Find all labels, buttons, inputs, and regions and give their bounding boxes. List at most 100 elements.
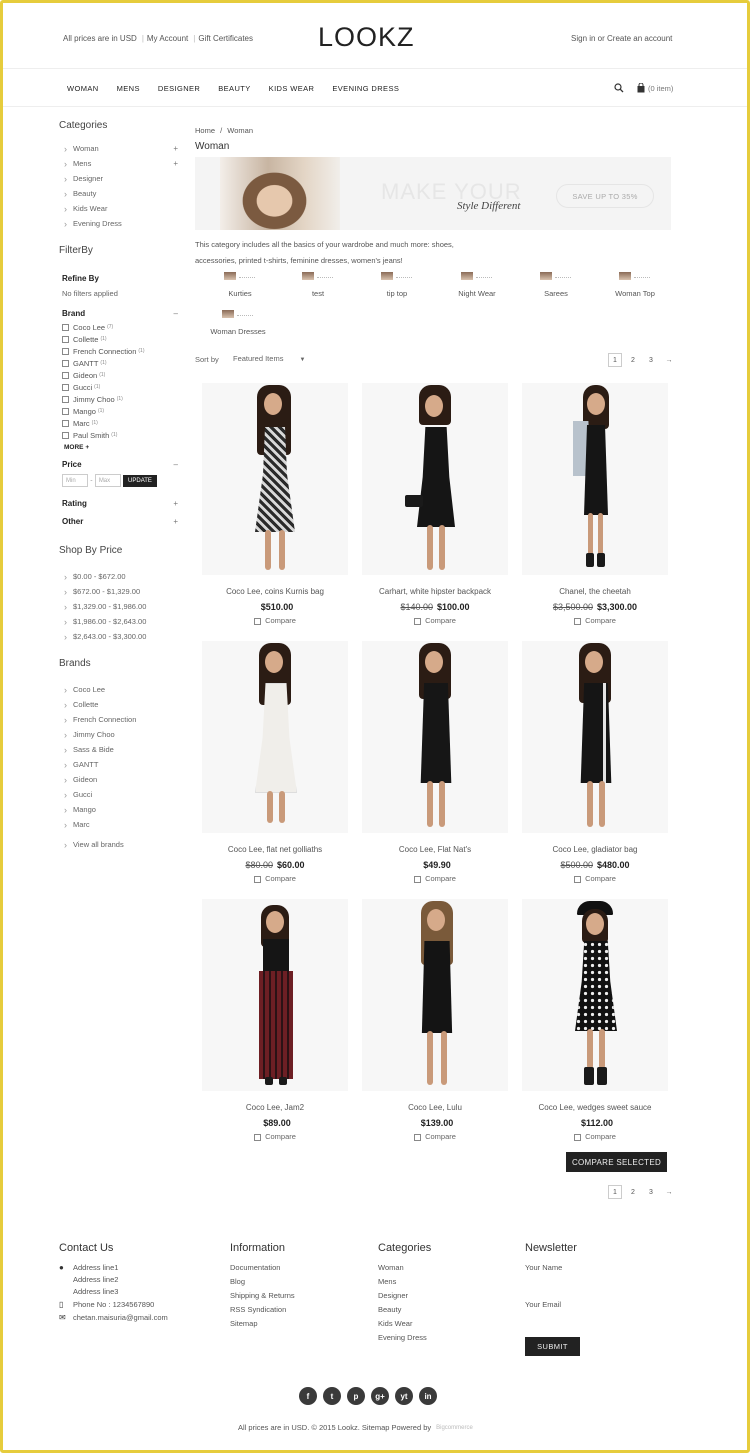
bigcommerce-logo[interactable]: Bigcommerce <box>436 1425 473 1431</box>
sidebar-item-woman[interactable]: Woman + <box>59 141 184 156</box>
site-logo[interactable]: LOOKZ <box>318 22 415 53</box>
product-name[interactable]: Coco Lee, gladiator bag <box>522 845 668 854</box>
product-card[interactable]: Coco Lee, wedges sweet sauce $112.00 Com… <box>522 899 668 1141</box>
subcategory-item[interactable]: Night Wear <box>442 272 512 298</box>
pinterest-icon[interactable]: p <box>347 1387 365 1405</box>
nav-kids-wear[interactable]: KIDS WEAR <box>269 84 315 93</box>
nav-mens[interactable]: MENS <box>117 84 140 93</box>
brand-link[interactable]: Collette <box>59 697 184 712</box>
product-name[interactable]: Coco Lee, Lulu <box>362 1103 508 1112</box>
product-name[interactable]: Coco Lee, Flat Nat's <box>362 845 508 854</box>
cart[interactable]: (0 item) <box>637 83 673 93</box>
checkbox[interactable] <box>62 395 69 403</box>
brand-filter-option[interactable]: Gideon (1) <box>59 369 184 381</box>
expand-icon[interactable]: + <box>173 144 178 153</box>
page-2[interactable]: 2 <box>626 1185 640 1199</box>
other-filter-header[interactable]: Other + <box>59 517 184 526</box>
product-name[interactable]: Carhart, white hipster backpack <box>362 587 508 596</box>
product-name[interactable]: Coco Lee, wedges sweet sauce <box>522 1103 668 1112</box>
max-price-input[interactable]: Max <box>94 474 121 487</box>
footer-link[interactable]: RSS Syndication <box>230 1305 295 1319</box>
view-all-brands-link[interactable]: View all brands <box>59 837 184 852</box>
brand-filter-header[interactable]: Brand – <box>59 309 184 318</box>
footer-link[interactable]: Kids Wear <box>378 1319 431 1333</box>
expand-icon[interactable]: + <box>173 159 178 168</box>
expand-icon[interactable]: + <box>173 517 178 526</box>
expand-icon[interactable]: + <box>173 499 178 508</box>
checkbox[interactable] <box>62 347 69 355</box>
price-range-link[interactable]: $672.00 - $1,329.00 <box>59 584 184 599</box>
product-image[interactable] <box>522 641 668 833</box>
product-image[interactable] <box>362 383 508 575</box>
product-card[interactable]: Chanel, the cheetah $3,500.00 $3,300.00 C… <box>522 383 668 625</box>
compare-checkbox[interactable]: Compare <box>522 874 668 883</box>
brand-filter-option[interactable]: Gucci (1) <box>59 381 184 393</box>
subcategory-item[interactable]: Kurties <box>205 272 275 298</box>
product-name[interactable]: Coco Lee, coins Kurnis bag <box>202 587 348 596</box>
subcategory-item[interactable]: Woman Dresses <box>203 310 273 336</box>
checkbox[interactable] <box>62 431 69 439</box>
name-field[interactable] <box>525 1272 665 1295</box>
page-1[interactable]: 1 <box>608 1185 622 1199</box>
collapse-icon[interactable]: – <box>174 309 178 318</box>
brand-filter-option[interactable]: Coco Lee (7) <box>59 321 184 333</box>
facebook-icon[interactable]: f <box>299 1387 317 1405</box>
brand-filter-option[interactable]: Marc (1) <box>59 417 184 429</box>
compare-checkbox[interactable]: Compare <box>362 1132 508 1141</box>
brand-link[interactable]: Gucci <box>59 787 184 802</box>
compare-checkbox[interactable]: Compare <box>522 1132 668 1141</box>
price-range-link[interactable]: $1,986.00 - $2,643.00 <box>59 614 184 629</box>
compare-checkbox[interactable]: Compare <box>362 616 508 625</box>
price-range-link[interactable]: $1,329.00 - $1,986.00 <box>59 599 184 614</box>
brand-filter-option[interactable]: French Connection (1) <box>59 345 184 357</box>
brand-filter-option[interactable]: Jimmy Choo (1) <box>59 393 184 405</box>
price-filter-header[interactable]: Price – <box>59 460 184 469</box>
nav-evening-dress[interactable]: EVENING DRESS <box>332 84 399 93</box>
linkedin-icon[interactable]: in <box>419 1387 437 1405</box>
subcategory-item[interactable]: Woman Top <box>600 272 670 298</box>
checkbox[interactable] <box>62 419 69 427</box>
product-image[interactable] <box>202 899 348 1091</box>
gift-certificates-link[interactable]: Gift Certificates <box>198 34 253 43</box>
brand-link[interactable]: GANTT <box>59 757 184 772</box>
compare-checkbox[interactable]: Compare <box>202 616 348 625</box>
product-image[interactable] <box>522 899 668 1091</box>
brand-link[interactable]: Mango <box>59 802 184 817</box>
product-card[interactable]: Coco Lee, gladiator bag $500.00 $480.00 C… <box>522 641 668 883</box>
email-row[interactable]: ✉ chetan.maisuria@gmail.com <box>59 1313 168 1322</box>
min-price-input[interactable]: Min <box>62 474 88 487</box>
sort-select[interactable]: Featured Items ▼ <box>233 354 306 363</box>
checkbox[interactable] <box>62 407 69 415</box>
subcategory-item[interactable]: test <box>283 272 353 298</box>
checkbox[interactable] <box>62 323 69 331</box>
compare-checkbox[interactable]: Compare <box>202 874 348 883</box>
checkbox[interactable] <box>62 359 69 367</box>
nav-designer[interactable]: DESIGNER <box>158 84 200 93</box>
update-button[interactable]: UPDATE <box>123 474 157 487</box>
more-brands-link[interactable]: MORE + <box>59 444 184 451</box>
product-image[interactable] <box>202 641 348 833</box>
next-arrow-icon[interactable]: → <box>662 1185 676 1199</box>
footer-link[interactable]: Beauty <box>378 1305 431 1319</box>
checkbox[interactable] <box>62 383 69 391</box>
promo-banner[interactable]: MAKE YOUR Style Different SAVE UP TO 35% <box>195 157 671 230</box>
footer-link[interactable]: Sitemap <box>230 1319 295 1333</box>
brand-filter-option[interactable]: Mango (1) <box>59 405 184 417</box>
product-card[interactable]: Carhart, white hipster backpack $140.00 $… <box>362 383 508 625</box>
brand-filter-option[interactable]: Paul Smith (1) <box>59 429 184 441</box>
brand-link[interactable]: Gideon <box>59 772 184 787</box>
product-card[interactable]: Coco Lee, flat net golliaths $80.00 $60.0… <box>202 641 348 883</box>
next-arrow-icon[interactable]: → <box>662 353 676 367</box>
product-card[interactable]: Coco Lee, Lulu $139.00 Compare <box>362 899 508 1141</box>
search-icon[interactable] <box>614 83 624 93</box>
brand-link[interactable]: Jimmy Choo <box>59 727 184 742</box>
submit-button[interactable]: SUBMIT <box>525 1337 580 1356</box>
sidebar-item-beauty[interactable]: Beauty <box>59 186 184 201</box>
signin-link[interactable]: Sign in or Create an account <box>571 34 672 43</box>
my-account-link[interactable]: My Account <box>147 34 188 43</box>
product-image[interactable] <box>202 383 348 575</box>
brand-filter-option[interactable]: GANTT (1) <box>59 357 184 369</box>
product-name[interactable]: Chanel, the cheetah <box>522 587 668 596</box>
collapse-icon[interactable]: – <box>174 460 178 469</box>
product-card[interactable]: Coco Lee, Jam2 $89.00 Compare <box>202 899 348 1141</box>
